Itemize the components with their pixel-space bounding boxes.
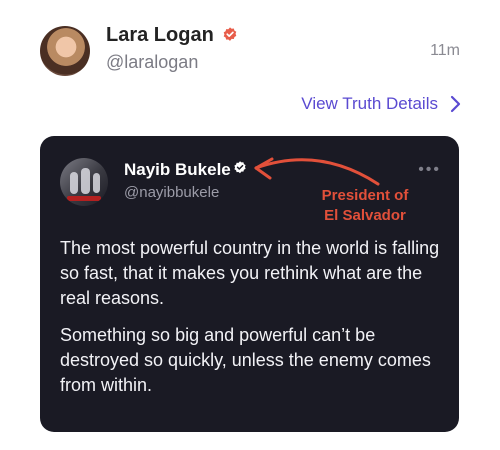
annotation-line: President of	[321, 187, 409, 204]
quoted-post-body: The most powerful country in the world i…	[60, 236, 450, 410]
author-name[interactable]: Lara Logan	[106, 24, 214, 47]
quoted-post-card[interactable]: Nayib Bukele @nayibbukele ••• President …	[40, 136, 459, 432]
quoted-author-avatar[interactable]	[60, 158, 108, 206]
author-handle[interactable]: @laralogan	[106, 52, 198, 73]
quoted-author-handle[interactable]: @nayibbukele	[124, 184, 219, 201]
quoted-post-paragraph: The most powerful country in the world i…	[60, 238, 440, 308]
annotation-label: President of El Salvador	[310, 186, 420, 226]
view-truth-details-label: View Truth Details	[301, 94, 438, 113]
quoted-author-name[interactable]: Nayib Bukele	[124, 160, 231, 180]
quoted-post-paragraph: Something so big and powerful can’t be d…	[60, 325, 431, 395]
author-avatar[interactable]	[40, 26, 90, 76]
chevron-right-icon	[450, 95, 462, 113]
timestamp: 11m	[430, 42, 460, 59]
view-truth-details-link[interactable]: View Truth Details	[301, 94, 462, 114]
verified-badge-icon	[223, 27, 237, 41]
more-options-icon[interactable]: •••	[418, 162, 441, 178]
verified-badge-icon	[234, 161, 246, 174]
annotation-line: El Salvador	[324, 207, 406, 224]
